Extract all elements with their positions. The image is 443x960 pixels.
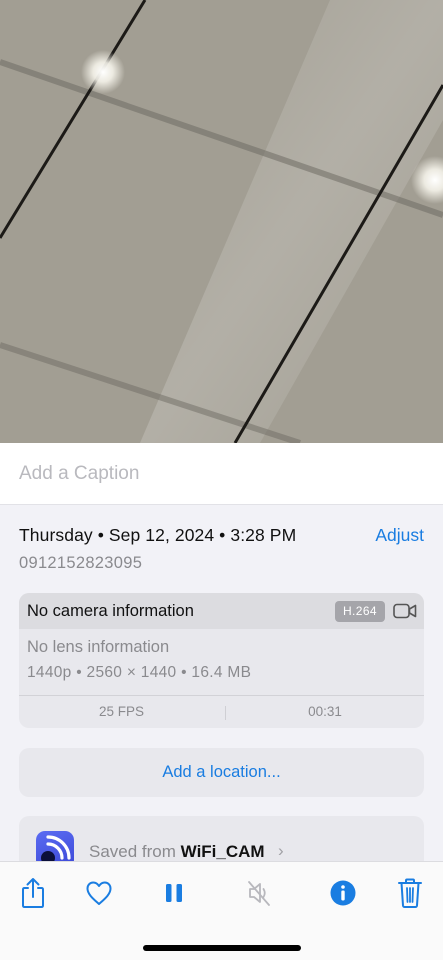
info-icon [329, 879, 357, 912]
codec-badge: H.264 [335, 601, 385, 622]
caption-placeholder[interactable]: Add a Caption [19, 463, 139, 485]
saved-from-prefix: Saved from [89, 842, 176, 861]
share-icon [19, 877, 47, 914]
saved-from-label: Saved from WiFi_CAM [89, 842, 265, 862]
heart-icon [85, 880, 113, 911]
lens-info: No lens information [27, 638, 170, 656]
camera-info: No camera information [27, 602, 194, 620]
pause-button[interactable] [159, 878, 189, 912]
info-divider [19, 695, 424, 696]
add-location-button[interactable]: Add a location... [19, 748, 424, 797]
file-name: 0912152823095 [19, 554, 143, 572]
bottom-toolbar [0, 861, 443, 960]
home-indicator[interactable] [143, 945, 301, 951]
media-info-header: No camera information H.264 [19, 593, 424, 629]
chevron-right-icon: › [278, 841, 284, 860]
media-info-card: No camera information H.264 No lens info… [19, 593, 424, 728]
adjust-button[interactable]: Adjust [375, 525, 424, 546]
saved-app-name: WiFi_CAM [180, 842, 265, 861]
video-preview[interactable] [0, 0, 443, 443]
share-button[interactable] [18, 877, 48, 914]
video-specs: 1440p • 2560 × 1440 • 16.4 MB [27, 664, 252, 681]
caption-field[interactable]: Add a Caption [0, 443, 443, 505]
speaker-muted-icon [245, 879, 273, 912]
trash-icon [396, 877, 424, 914]
frame-rate: 25 FPS [98, 704, 145, 719]
mute-button[interactable] [244, 878, 274, 912]
favorite-button[interactable] [84, 878, 114, 912]
video-duration: 00:31 [308, 704, 342, 719]
capture-date: Thursday • Sep 12, 2024 • 3:28 PM [19, 525, 297, 545]
info-button[interactable] [328, 878, 358, 912]
video-camera-icon [393, 601, 417, 626]
pause-icon [163, 881, 185, 910]
delete-button[interactable] [395, 878, 425, 912]
video-frame-image [0, 0, 443, 443]
add-location-label: Add a location... [162, 763, 281, 781]
